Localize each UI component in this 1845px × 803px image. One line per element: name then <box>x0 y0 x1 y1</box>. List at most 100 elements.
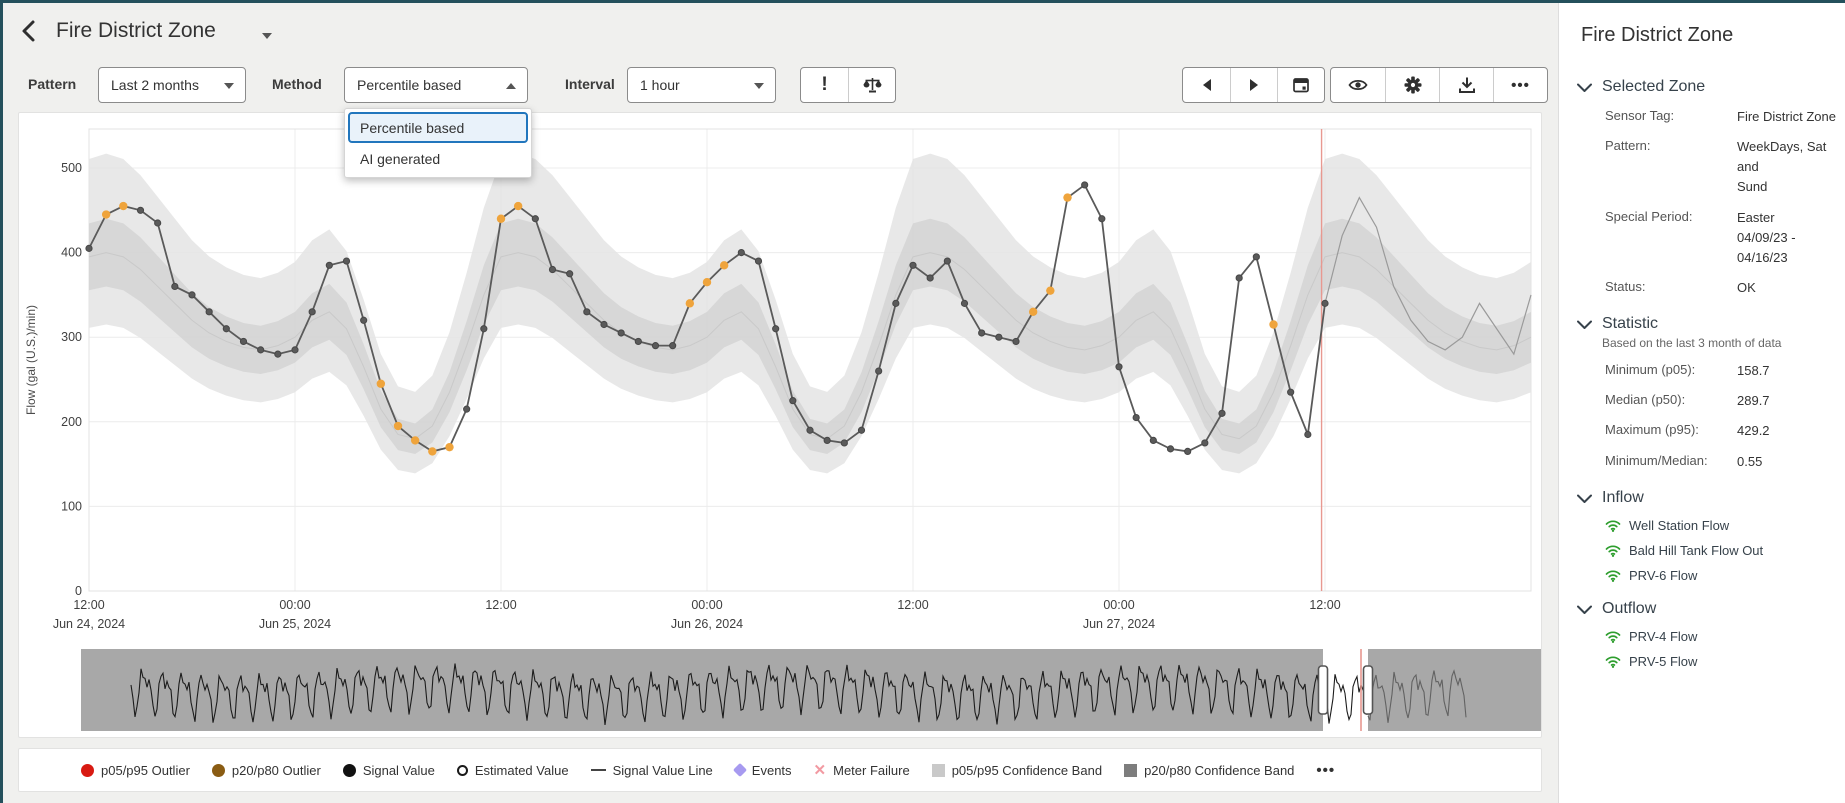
signal-point[interactable] <box>926 274 934 282</box>
title-dropdown-caret-icon[interactable] <box>262 33 272 39</box>
outlier-point[interactable] <box>101 210 111 219</box>
signal-point[interactable] <box>1115 363 1123 371</box>
signal-point[interactable] <box>1287 388 1295 396</box>
signal-point[interactable] <box>85 244 93 252</box>
minimap-right-handle[interactable] <box>1362 665 1374 715</box>
signal-point[interactable] <box>857 426 866 434</box>
legend-item[interactable]: p20/p80 Outlier <box>211 763 321 778</box>
signal-point[interactable] <box>274 350 282 358</box>
signal-point[interactable] <box>531 215 539 223</box>
signal-point[interactable] <box>960 299 969 307</box>
interval-select[interactable]: 1 hour <box>627 67 776 103</box>
signal-point[interactable] <box>840 439 848 447</box>
pattern-select[interactable]: Last 2 months <box>98 67 246 103</box>
sidebar-section-inflow[interactable]: Inflow <box>1559 477 1845 513</box>
legend-item[interactable]: ✕ Meter Failure <box>814 763 910 778</box>
signal-point[interactable] <box>806 426 814 434</box>
signal-point[interactable] <box>634 337 642 346</box>
outlier-point[interactable] <box>119 201 128 211</box>
outlier-point[interactable] <box>685 299 695 308</box>
signal-point[interactable] <box>1252 253 1260 261</box>
outlier-point[interactable] <box>496 214 506 223</box>
signal-point[interactable] <box>583 308 591 316</box>
step-back-button[interactable] <box>1183 68 1230 102</box>
legend-item[interactable]: Signal Value Line <box>590 763 713 778</box>
outlier-point[interactable] <box>719 261 729 270</box>
signal-point[interactable] <box>978 329 986 337</box>
legend-item[interactable]: Signal Value <box>342 763 435 778</box>
outlier-point[interactable] <box>513 201 523 211</box>
signal-point[interactable] <box>1166 445 1175 453</box>
signal-point[interactable] <box>892 299 900 307</box>
signal-point[interactable] <box>1235 274 1243 282</box>
sensor-item[interactable]: PRV-5 Flow <box>1559 649 1845 674</box>
signal-point[interactable] <box>1321 299 1329 307</box>
minimap-left-handle[interactable] <box>1317 665 1329 715</box>
signal-point[interactable] <box>1149 436 1157 445</box>
legend-more-button[interactable]: ••• <box>1316 762 1335 779</box>
sidebar-section-outflow[interactable]: Outflow <box>1559 588 1845 624</box>
method-option[interactable]: Percentile based <box>348 112 528 143</box>
sidebar-section-selected-zone[interactable]: Selected Zone <box>1559 66 1845 102</box>
flow-pattern-chart[interactable]: 0 100 200 300 400 500 12:00 Jun 24, 2024 00:00 Ju… <box>19 113 1541 737</box>
signal-point[interactable] <box>1184 447 1192 456</box>
legend-item[interactable]: p05/p95 Confidence Band <box>931 763 1102 778</box>
signal-point[interactable] <box>754 257 763 265</box>
signal-point[interactable] <box>737 249 745 257</box>
alerts-button[interactable]: ! <box>801 68 848 102</box>
signal-point[interactable] <box>463 405 471 413</box>
legend-item[interactable]: Events <box>732 763 792 778</box>
method-option[interactable]: AI generated <box>348 143 528 174</box>
signal-point[interactable] <box>342 257 351 265</box>
sensor-item[interactable]: PRV-4 Flow <box>1559 624 1845 649</box>
signal-point[interactable] <box>995 333 1003 341</box>
outlier-point[interactable] <box>702 278 712 287</box>
more-options-button[interactable]: ••• <box>1493 68 1547 102</box>
signal-point[interactable] <box>1218 409 1226 417</box>
sensor-item[interactable]: PRV-6 Flow <box>1559 563 1845 588</box>
back-button[interactable] <box>16 17 44 45</box>
legend-item[interactable]: p05/p95 Outlier <box>81 763 190 778</box>
signal-point[interactable] <box>360 316 368 324</box>
outlier-point[interactable] <box>393 421 403 431</box>
download-button[interactable] <box>1439 68 1493 102</box>
signal-point[interactable] <box>239 337 248 346</box>
signal-point[interactable] <box>651 342 660 350</box>
signal-point[interactable] <box>188 291 196 299</box>
outlier-point[interactable] <box>376 379 386 388</box>
compare-button[interactable] <box>848 68 895 102</box>
signal-point[interactable] <box>566 270 574 278</box>
signal-point[interactable] <box>789 397 797 405</box>
outlier-point[interactable] <box>445 442 454 452</box>
sensor-item[interactable]: Bald Hill Tank Flow Out <box>1559 538 1845 563</box>
date-picker-button[interactable] <box>1277 68 1324 102</box>
signal-point[interactable] <box>1098 215 1106 223</box>
signal-point[interactable] <box>772 325 780 333</box>
outlier-point[interactable] <box>1046 286 1055 295</box>
signal-point[interactable] <box>943 257 951 265</box>
signal-point[interactable] <box>308 308 316 316</box>
signal-point[interactable] <box>205 308 213 316</box>
signal-point[interactable] <box>1012 337 1020 346</box>
signal-point[interactable] <box>154 219 162 227</box>
signal-point[interactable] <box>257 346 265 354</box>
signal-point[interactable] <box>1132 413 1140 422</box>
signal-point[interactable] <box>617 329 625 337</box>
outlier-point[interactable] <box>1028 307 1038 317</box>
signal-point[interactable] <box>600 320 608 329</box>
outlier-point[interactable] <box>428 447 437 456</box>
sensor-item[interactable]: Well Station Flow <box>1559 513 1845 538</box>
signal-point[interactable] <box>136 206 145 214</box>
visibility-button[interactable] <box>1331 68 1385 102</box>
settings-button[interactable] <box>1385 68 1439 102</box>
signal-point[interactable] <box>480 325 488 333</box>
step-forward-button[interactable] <box>1230 68 1277 102</box>
method-select[interactable]: Percentile based <box>344 67 528 103</box>
signal-point[interactable] <box>171 282 179 291</box>
signal-point[interactable] <box>222 325 230 333</box>
signal-point[interactable] <box>909 261 917 269</box>
signal-point[interactable] <box>1081 181 1089 189</box>
outlier-point[interactable] <box>410 436 420 445</box>
legend-item[interactable]: Estimated Value <box>456 763 569 778</box>
outlier-point[interactable] <box>1269 320 1278 329</box>
